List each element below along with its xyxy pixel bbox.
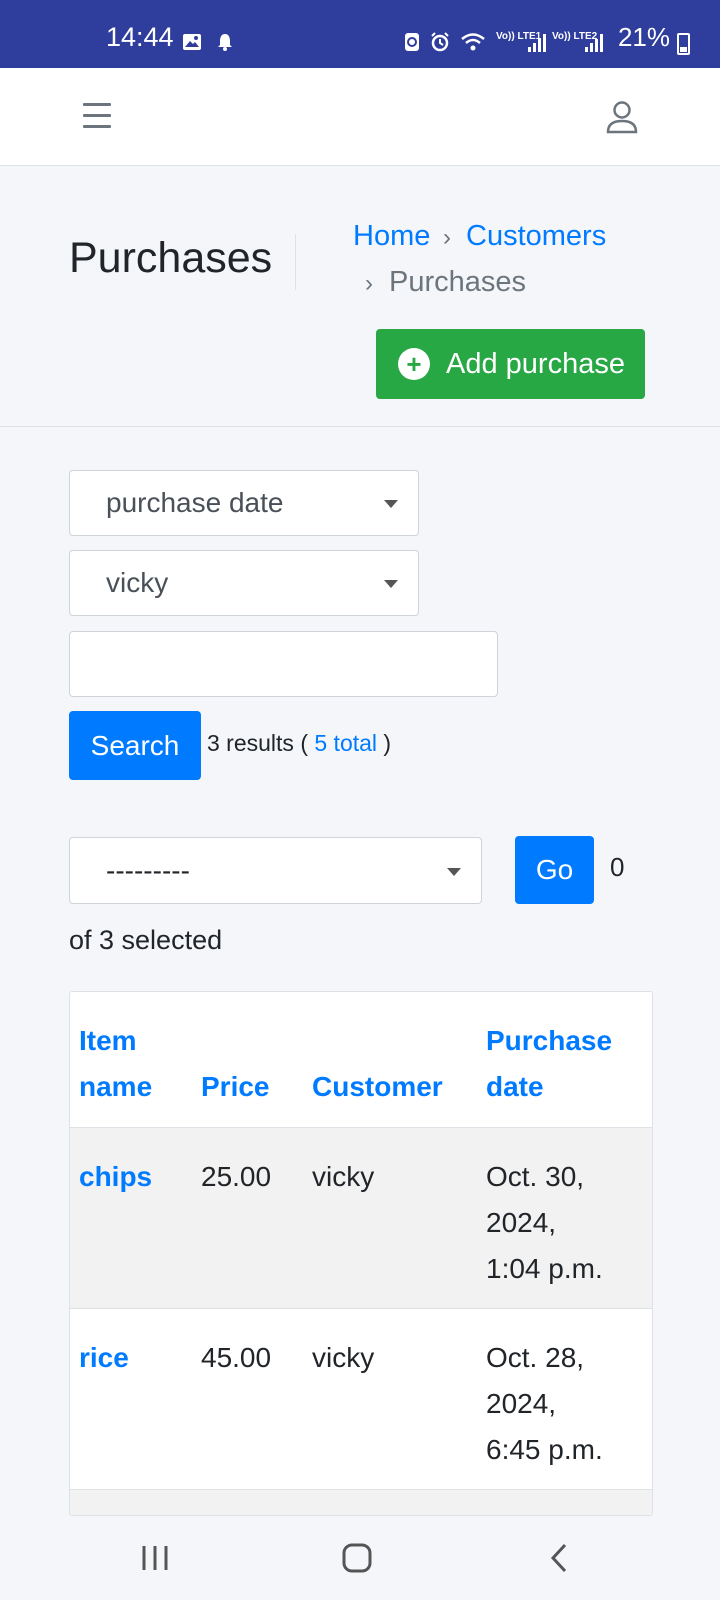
- selected-count: 0: [610, 852, 625, 882]
- customer-select-value: vicky: [106, 567, 169, 598]
- add-purchase-button[interactable]: + Add purchase: [376, 329, 645, 399]
- bell-notification-icon: [218, 34, 232, 51]
- breadcrumb-separator: ›: [365, 270, 373, 297]
- signal1-icon: [528, 34, 546, 52]
- home-icon[interactable]: [337, 1538, 377, 1578]
- signal2-icon: [585, 34, 603, 52]
- add-purchase-label: Add purchase: [446, 347, 625, 380]
- column-header-item-name[interactable]: Item name: [79, 1018, 152, 1110]
- purchases-table: Item name Price Customer Purchase date c…: [69, 991, 653, 1516]
- breadcrumb-separator: ›: [443, 224, 451, 251]
- column-header-price[interactable]: Price: [201, 1064, 270, 1110]
- action-select-value: ---------: [106, 854, 190, 886]
- item-name-link[interactable]: chips: [79, 1154, 152, 1200]
- header-text: date: [486, 1071, 544, 1102]
- page-title: Purchases: [69, 234, 273, 282]
- chevron-down-icon: [384, 500, 398, 508]
- results-total-link[interactable]: 5 total: [314, 730, 377, 756]
- system-nav-bar: [0, 1516, 720, 1600]
- status-time: 14:44: [106, 22, 174, 52]
- date-line: 6:45 p.m.: [486, 1434, 603, 1465]
- field-select-value: purchase date: [106, 487, 284, 518]
- selected-text: of 3 selected: [69, 925, 223, 955]
- go-button[interactable]: Go: [515, 836, 594, 904]
- status-bar: 14:44 Vo)) LTE1 Vo)) LTE2 21%: [0, 0, 720, 68]
- wifi-icon: [461, 33, 485, 51]
- header-divider: [295, 234, 296, 290]
- field-select[interactable]: purchase date: [69, 470, 419, 536]
- plus-circle-icon: +: [398, 348, 430, 380]
- breadcrumb-home[interactable]: Home: [353, 220, 430, 253]
- table-row: chips 25.00 vicky Oct. 30, 2024, 1:04 p.…: [70, 1127, 652, 1308]
- action-select[interactable]: ---------: [69, 837, 482, 904]
- purchase-date-cell: Oct. 28, 2024, 6:45 p.m.: [486, 1335, 603, 1473]
- results-count: 3 results (: [207, 730, 308, 756]
- date-line: Oct. 30,: [486, 1161, 585, 1192]
- table-row: rice 45.00 vicky Oct. 28, 2024, 6:45 p.m…: [70, 1308, 652, 1489]
- breadcrumb-customers[interactable]: Customers: [466, 220, 606, 253]
- item-name-link[interactable]: rice: [79, 1335, 129, 1381]
- price-cell: 45.00: [201, 1342, 272, 1373]
- customer-cell: vicky: [312, 1342, 375, 1373]
- column-header-purchase-date[interactable]: Purchase date: [486, 1018, 612, 1110]
- customer-cell: vicky: [312, 1161, 375, 1192]
- hamburger-icon[interactable]: [83, 103, 111, 129]
- header-text: name: [79, 1071, 153, 1102]
- section-divider: [0, 426, 720, 427]
- battery-percent: 21%: [617, 22, 670, 52]
- recent-apps-icon[interactable]: [135, 1538, 175, 1578]
- date-line: 2024,: [486, 1388, 557, 1419]
- header-text: Item: [79, 1025, 137, 1056]
- breadcrumb-current: Purchases: [389, 266, 527, 298]
- sync-icon: [405, 33, 419, 51]
- alarm-icon: [431, 32, 449, 52]
- table-row: [70, 1489, 652, 1515]
- battery-icon: [677, 33, 690, 55]
- date-line: Oct. 28,: [486, 1342, 585, 1373]
- image-notification-icon: [183, 34, 201, 50]
- user-icon[interactable]: [606, 100, 638, 134]
- date-line: 1:04 p.m.: [486, 1253, 603, 1284]
- results-suffix: ): [383, 730, 392, 756]
- chevron-down-icon: [384, 580, 398, 588]
- column-header-customer[interactable]: Customer: [312, 1064, 443, 1110]
- search-button[interactable]: Search: [69, 711, 201, 780]
- customer-select[interactable]: vicky: [69, 550, 419, 616]
- chevron-down-icon: [447, 867, 461, 876]
- purchase-date-cell: Oct. 30, 2024, 1:04 p.m.: [486, 1154, 603, 1292]
- back-icon[interactable]: [540, 1538, 580, 1578]
- top-navbar: [0, 68, 720, 166]
- header-text: Purchase: [486, 1025, 613, 1056]
- search-input[interactable]: [69, 631, 498, 697]
- price-cell: 25.00: [201, 1161, 272, 1192]
- date-line: 2024,: [486, 1207, 557, 1238]
- results-summary: 3 results ( 5 total ): [207, 730, 391, 757]
